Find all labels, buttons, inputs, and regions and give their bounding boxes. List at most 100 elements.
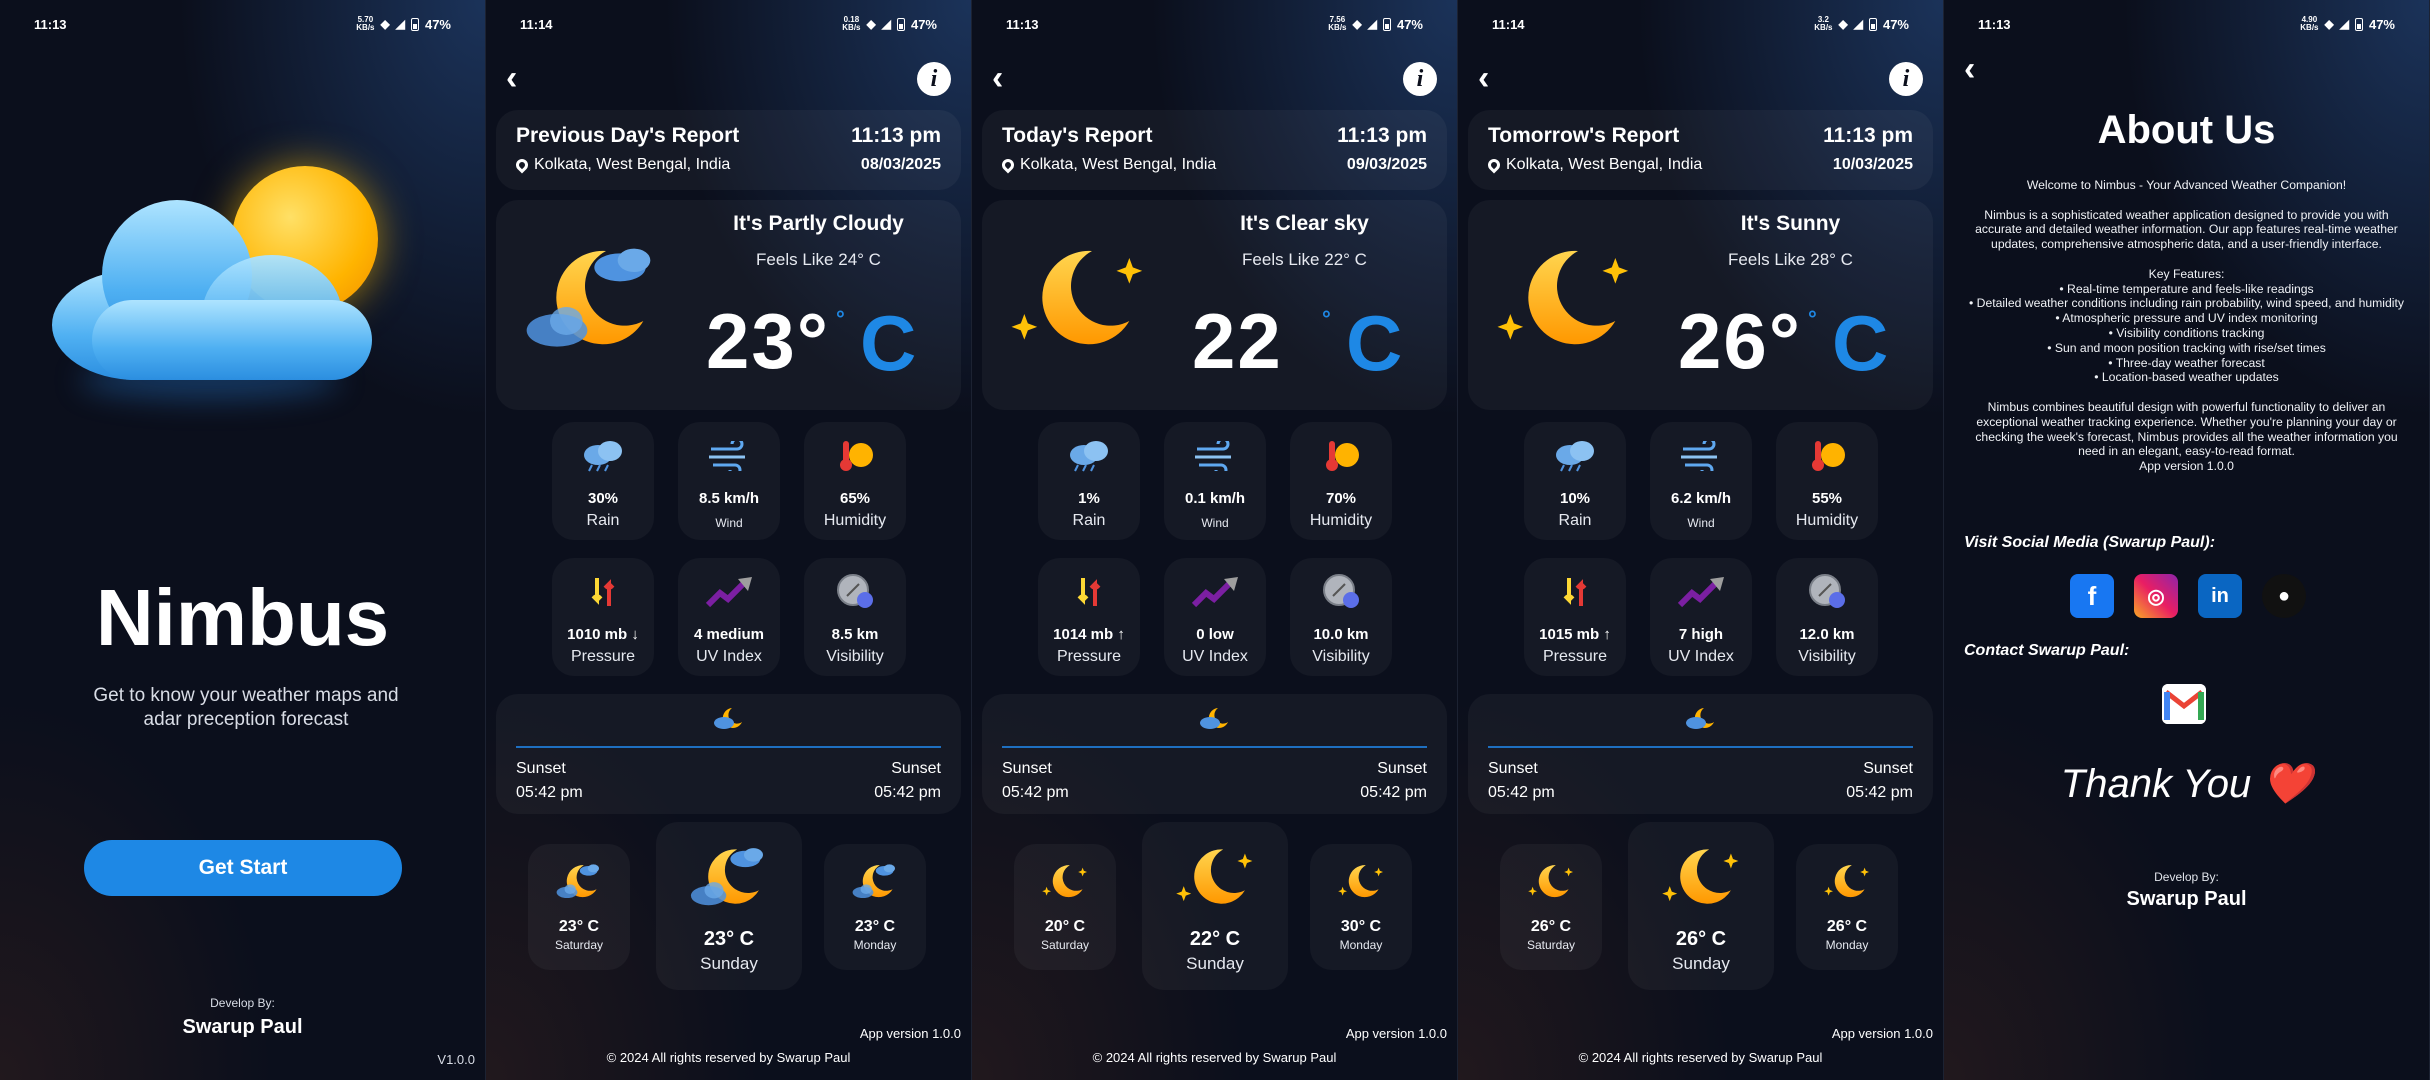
forecast-card-monday[interactable]: 23° C Monday bbox=[824, 844, 926, 970]
humidity-tile: 70% Humidity bbox=[1290, 422, 1392, 540]
report-date: 09/03/2025 bbox=[1346, 156, 1427, 173]
uv-index-value: 0 low bbox=[1196, 626, 1234, 643]
wind-tile: 8.5 km/h Wind bbox=[678, 422, 780, 540]
forecast-card-monday[interactable]: 30° C Monday bbox=[1310, 844, 1412, 970]
forecast-card-saturday[interactable]: 20° C Saturday bbox=[1014, 844, 1116, 970]
pressure-icon bbox=[1524, 572, 1626, 612]
forecast-card-saturday[interactable]: 23° C Saturday bbox=[528, 844, 630, 970]
wifi-icon: ◆ bbox=[866, 17, 876, 31]
app-version: App version 1.0.0 bbox=[1345, 1026, 1447, 1041]
developer-name: Swarup Paul bbox=[182, 1016, 303, 1038]
temperature-value: 23° bbox=[706, 297, 830, 385]
sun-path-line bbox=[516, 746, 941, 748]
info-icon[interactable]: i bbox=[917, 62, 951, 96]
info-icon[interactable]: i bbox=[1403, 62, 1437, 96]
uv-index-tile: 0 low UV Index bbox=[1164, 558, 1266, 676]
forecast-day: Saturday bbox=[554, 938, 604, 952]
current-weather-card: It's Sunny Feels Like 28° C 26° ° C bbox=[1468, 200, 1933, 410]
degree-symbol: ° bbox=[1808, 306, 1817, 331]
forecast-temp: 23° C bbox=[558, 918, 600, 935]
forecast-card-saturday[interactable]: 26° C Saturday bbox=[1500, 844, 1602, 970]
forecast-day: Monday bbox=[1825, 938, 1869, 952]
instagram-icon[interactable]: ◎ bbox=[2134, 574, 2178, 618]
pressure-tile: 1014 mb ↑ Pressure bbox=[1038, 558, 1140, 676]
report-title: Tomorrow's Report bbox=[1488, 124, 1680, 147]
tomorrow-report-screen: 11:14 3.2 KB/s ◆ ◢ 47% ‹ i Tomorrow's Rep… bbox=[1458, 0, 1944, 1080]
tagline: Get to know your weather maps and adar p… bbox=[93, 685, 399, 730]
sunset-time-left: 05:42 pm bbox=[1002, 784, 1069, 801]
report-time: 11:13 pm bbox=[1337, 124, 1427, 147]
humidity-tile: 65% Humidity bbox=[804, 422, 906, 540]
pressure-tile: 1010 mb ↓ Pressure bbox=[552, 558, 654, 676]
forecast-temp: 23° C bbox=[854, 918, 896, 935]
status-bar: 11:14 0.18 KB/s ◆ ◢ 47% bbox=[486, 0, 971, 48]
temperature-unit: C bbox=[1346, 299, 1403, 387]
forecast-temp: 23° C bbox=[703, 928, 755, 950]
sunset-card: Sunset 05:42 pm Sunset 05:42 pm bbox=[1468, 694, 1933, 814]
pressure-icon bbox=[552, 572, 654, 612]
status-time: 11:13 bbox=[34, 16, 67, 32]
social-label: Visit Social Media (Swarup Paul): bbox=[1964, 534, 2216, 551]
humidity-label: Humidity bbox=[1795, 512, 1859, 529]
status-bar: 11:14 3.2 KB/s ◆ ◢ 47% bbox=[1458, 0, 1943, 48]
forecast-card-monday[interactable]: 26° C Monday bbox=[1796, 844, 1898, 970]
rain-value: 30% bbox=[587, 490, 619, 507]
battery-icon bbox=[410, 17, 419, 31]
developer-label: Develop By: bbox=[210, 996, 275, 1010]
about-screen: 11:13 4.90 KB/s ◆ ◢ 47% ‹ About Us Welcom… bbox=[1944, 0, 2430, 1080]
github-icon[interactable]: ● bbox=[2262, 574, 2306, 618]
about-paragraph-2: Nimbus combines beautiful design with po… bbox=[1975, 399, 2398, 459]
gmail-icon[interactable] bbox=[2162, 684, 2206, 724]
back-arrow-icon[interactable]: ‹ bbox=[992, 60, 1032, 100]
signal-icon: ◢ bbox=[395, 17, 405, 31]
back-arrow-icon[interactable]: ‹ bbox=[1964, 50, 1975, 89]
get-start-button[interactable]: Get Start bbox=[84, 840, 402, 896]
about-paragraph-1: Nimbus is a sophisticated weather applic… bbox=[1975, 207, 2398, 252]
forecast-card-sunday[interactable]: 26° C Sunday bbox=[1628, 822, 1774, 990]
today-report-screen: 11:13 7.56 KB/s ◆ ◢ 47% ‹ i Today's Repor… bbox=[972, 0, 1458, 1080]
info-icon[interactable]: i bbox=[1889, 62, 1923, 96]
temperature-value: 26° bbox=[1678, 297, 1802, 385]
partly-cloudy-night-icon bbox=[1684, 706, 1718, 736]
back-arrow-icon[interactable]: ‹ bbox=[506, 60, 546, 100]
linkedin-icon[interactable]: in bbox=[2198, 574, 2242, 618]
current-weather-card: It's Clear sky Feels Like 22° C 22 ° C bbox=[982, 200, 1447, 410]
forecast-day: Saturday bbox=[1526, 938, 1576, 952]
location-pin-icon bbox=[513, 156, 531, 174]
wind-value: 6.2 km/h bbox=[1670, 490, 1732, 507]
sunset-card: Sunset 05:42 pm Sunset 05:42 pm bbox=[496, 694, 961, 814]
battery-icon bbox=[896, 17, 905, 31]
feature-item: • Visibility conditions tracking bbox=[2108, 325, 2265, 340]
signal-icon: ◢ bbox=[1367, 17, 1377, 31]
humidity-value: 70% bbox=[1325, 490, 1357, 507]
status-time: 11:14 bbox=[520, 16, 553, 32]
forecast-temp: 30° C bbox=[1340, 918, 1382, 935]
forecast-card-sunday[interactable]: 22° C Sunday bbox=[1142, 822, 1288, 990]
visibility-label: Visibility bbox=[1312, 648, 1370, 665]
sunset-time-right: 05:42 pm bbox=[1846, 784, 1913, 801]
app-version: V1.0.0 bbox=[437, 1052, 475, 1067]
app-name: Nimbus bbox=[95, 573, 390, 662]
feature-item: • Atmospheric pressure and UV index moni… bbox=[2055, 311, 2318, 326]
pressure-value: 1015 mb ↑ bbox=[1539, 626, 1611, 643]
contact-label: Contact Swarup Paul: bbox=[1964, 642, 2130, 659]
pressure-tile: 1015 mb ↑ Pressure bbox=[1524, 558, 1626, 676]
forecast-day: Saturday bbox=[1040, 938, 1090, 952]
forecast-temp: 26° C bbox=[1675, 928, 1727, 950]
facebook-icon[interactable]: f bbox=[2070, 574, 2114, 618]
feels-like: Feels Like 22° C bbox=[1242, 250, 1367, 269]
visibility-icon bbox=[1290, 572, 1392, 612]
feature-item: • Location-based weather updates bbox=[2094, 370, 2279, 385]
about-version: App version 1.0.0 bbox=[2139, 459, 2234, 474]
forecast-day: Sunday bbox=[1672, 954, 1730, 973]
sunset-label-left: Sunset bbox=[516, 760, 566, 777]
thermometer-sun-icon bbox=[1290, 436, 1392, 476]
forecast-card-sunday[interactable]: 23° C Sunday bbox=[656, 822, 802, 990]
weather-condition: It's Partly Cloudy bbox=[733, 212, 904, 235]
status-bar: 11:13 7.56 KB/s ◆ ◢ 47% bbox=[972, 0, 1457, 48]
back-arrow-icon[interactable]: ‹ bbox=[1478, 60, 1518, 100]
copyright: © 2024 All rights reserved by Swarup Pau… bbox=[606, 1050, 851, 1065]
features-title: Key Features: bbox=[2148, 266, 2225, 281]
app-version: App version 1.0.0 bbox=[859, 1026, 961, 1041]
report-title: Today's Report bbox=[1002, 124, 1153, 147]
